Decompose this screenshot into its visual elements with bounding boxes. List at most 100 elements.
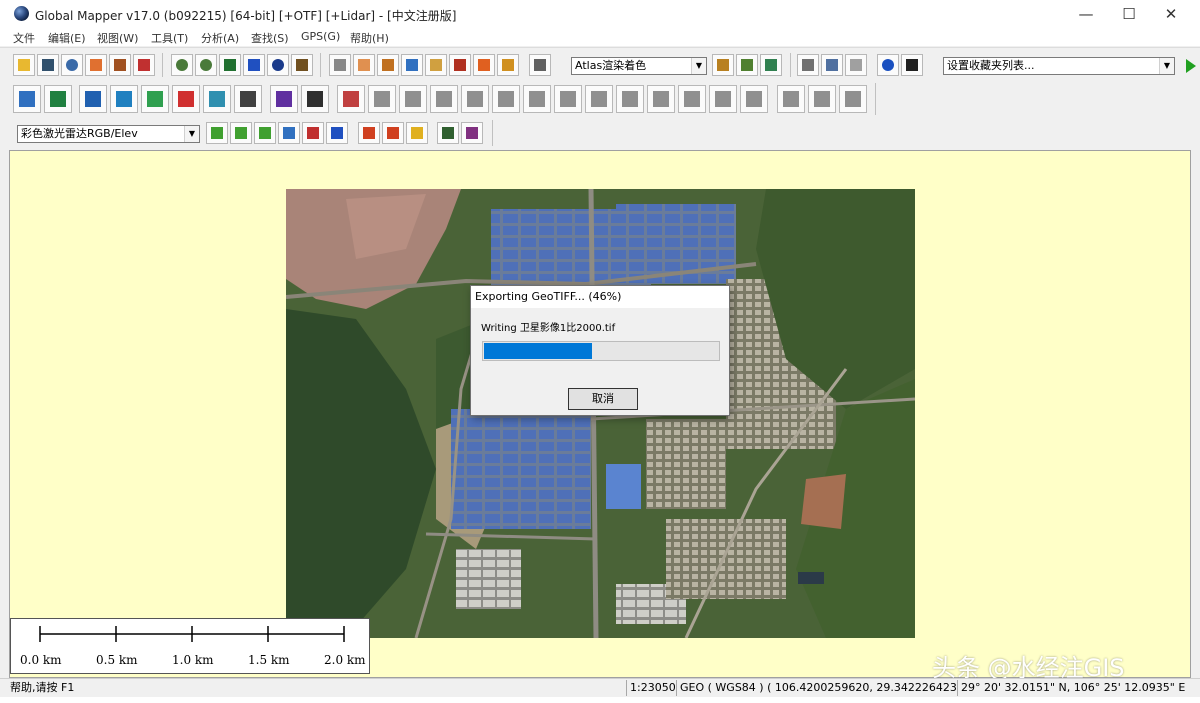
menu-file[interactable]: 文件 — [13, 30, 35, 46]
render-3d-icon[interactable] — [712, 54, 734, 76]
buffer-icon[interactable] — [203, 85, 231, 113]
cancel-button[interactable]: 取消 — [568, 388, 638, 410]
menu-analysis[interactable]: 分析(A) — [201, 30, 239, 46]
home-icon[interactable] — [243, 54, 265, 76]
rotate-icon[interactable] — [399, 85, 427, 113]
menu-search[interactable]: 查找(S) — [251, 30, 289, 46]
menu-tools[interactable]: 工具(T) — [151, 30, 188, 46]
draw-line-icon[interactable] — [44, 85, 72, 113]
shape-edit-icon[interactable] — [678, 85, 706, 113]
open-folder-icon[interactable] — [13, 54, 35, 76]
gps-target-icon[interactable] — [877, 54, 899, 76]
minimize-button[interactable]: — — [1063, 0, 1109, 28]
lidar-grid-icon[interactable] — [461, 122, 483, 144]
scale-bar: 0.0 km 0.5 km 1.0 km 1.5 km 2.0 km — [10, 618, 370, 674]
favorites-select[interactable]: 设置收藏夹列表... ▼ — [943, 57, 1175, 75]
redo-edit-icon[interactable] — [808, 85, 836, 113]
grid-view-icon[interactable] — [291, 54, 313, 76]
smooth-icon[interactable] — [709, 85, 737, 113]
north-up-icon[interactable] — [901, 54, 923, 76]
append-line-icon[interactable] — [141, 85, 169, 113]
split-icon[interactable] — [368, 85, 396, 113]
feature-info-icon[interactable] — [401, 54, 423, 76]
lidar-water-icon[interactable] — [326, 122, 348, 144]
menu-bar: 文件 编辑(E) 视图(W) 工具(T) 分析(A) 查找(S) GPS(G) … — [0, 28, 1200, 46]
pan-hand-icon[interactable] — [353, 54, 375, 76]
globe-download-icon[interactable] — [61, 54, 83, 76]
run-script-icon[interactable] — [1186, 59, 1196, 73]
coordinate-icon[interactable] — [172, 85, 200, 113]
menu-gps[interactable]: GPS(G) — [301, 30, 340, 43]
lidar-classify-icon[interactable] — [382, 122, 404, 144]
favorites-select-value: 设置收藏夹列表... — [947, 59, 1035, 72]
overlay-control-icon[interactable] — [85, 54, 107, 76]
zoom-extents-icon[interactable] — [219, 54, 241, 76]
dialog-message: Writing 卫星影像1比2000.tif — [481, 323, 616, 334]
tools-icon[interactable] — [133, 54, 155, 76]
scale-label: 1.0 km — [172, 653, 214, 667]
menu-edit[interactable]: 编辑(E) — [48, 30, 86, 46]
dialog-title: Exporting GeoTIFF... (46%) — [475, 290, 622, 303]
lidar-powerline-icon[interactable] — [302, 122, 324, 144]
shader-select[interactable]: Atlas渲染着色 ▼ — [571, 57, 707, 75]
insert-vertex-icon[interactable] — [301, 85, 329, 113]
undo-edit-icon[interactable] — [777, 85, 805, 113]
shader-select-value: Atlas渲染着色 — [575, 59, 647, 72]
digitizer-icon[interactable] — [473, 54, 495, 76]
rotate-feature-icon[interactable] — [461, 85, 489, 113]
subtract-icon[interactable] — [647, 85, 675, 113]
intersect-icon[interactable] — [585, 85, 613, 113]
lidar-lv-icon[interactable] — [206, 122, 228, 144]
view-3d-icon[interactable] — [736, 54, 758, 76]
status-coordinates: 29° 20' 32.0151" N, 106° 25' 12.0935" E — [957, 680, 1200, 696]
layout-icon[interactable] — [821, 54, 843, 76]
lidar-ground-icon[interactable] — [358, 122, 380, 144]
progress-fill — [484, 343, 592, 359]
merge-icon[interactable] — [554, 85, 582, 113]
config-icon[interactable] — [109, 54, 131, 76]
scale-label: 2.0 km — [324, 653, 366, 667]
lidar-hv-icon[interactable] — [254, 122, 276, 144]
globe-icon — [14, 6, 29, 21]
crosshair-icon[interactable] — [845, 54, 867, 76]
refresh-icon[interactable] — [267, 54, 289, 76]
chevron-down-icon: ▼ — [1159, 58, 1174, 74]
union-icon[interactable] — [616, 85, 644, 113]
combine-icon[interactable] — [523, 85, 551, 113]
north-arrow-tool-icon[interactable] — [797, 54, 819, 76]
lidar-view-icon[interactable] — [760, 54, 782, 76]
crop-icon[interactable] — [430, 85, 458, 113]
zoom-out-icon[interactable] — [195, 54, 217, 76]
lidar-cross-section-icon[interactable] — [437, 122, 459, 144]
join-icon[interactable] — [492, 85, 520, 113]
zoom-in-icon[interactable] — [171, 54, 193, 76]
lidar-building-icon[interactable] — [278, 122, 300, 144]
lidar-toolbar: 彩色激光雷达RGB/Elev ▼ — [0, 118, 1200, 148]
maximize-button[interactable]: ☐ — [1106, 0, 1152, 28]
close-button[interactable]: ✕ — [1148, 0, 1194, 28]
magnet-icon[interactable] — [529, 54, 551, 76]
menu-view[interactable]: 视图(W) — [97, 30, 138, 46]
grid-create-icon[interactable] — [234, 85, 262, 113]
lidar-color-select[interactable]: 彩色激光雷达RGB/Elev ▼ — [17, 125, 200, 143]
simplify-icon[interactable] — [740, 85, 768, 113]
move-vertex-icon[interactable] — [270, 85, 298, 113]
lidar-filter-icon[interactable] — [406, 122, 428, 144]
select-tool-icon[interactable] — [329, 54, 351, 76]
menu-help[interactable]: 帮助(H) — [350, 30, 389, 46]
edit-line-icon[interactable] — [79, 85, 107, 113]
progress-bar — [482, 341, 720, 361]
path-profile-icon[interactable] — [425, 54, 447, 76]
scale-label: 1.5 km — [248, 653, 290, 667]
spiral-icon[interactable] — [110, 85, 138, 113]
view-shed-icon[interactable] — [449, 54, 471, 76]
lidar-mv-icon[interactable] — [230, 122, 252, 144]
scale-label: 0.0 km — [20, 653, 62, 667]
edit-vertex-icon[interactable] — [337, 85, 365, 113]
measure-icon[interactable] — [377, 54, 399, 76]
export-progress-dialog: Exporting GeoTIFF... (46%) Writing 卫星影像1… — [470, 285, 730, 416]
draw-area-icon[interactable] — [13, 85, 41, 113]
reverse-icon[interactable] — [839, 85, 867, 113]
cut-fill-icon[interactable] — [497, 54, 519, 76]
save-icon[interactable] — [37, 54, 59, 76]
